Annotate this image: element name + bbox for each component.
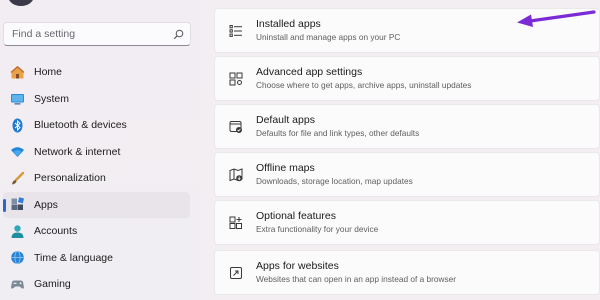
- sidebar-item-home[interactable]: Home: [3, 59, 190, 86]
- sidebar-nav: Home System Bluetooth & devices Network …: [0, 59, 200, 298]
- sidebar-item-label: Time & language: [34, 251, 113, 264]
- sidebar-item-label: Network & internet: [34, 145, 121, 158]
- card-title: Apps for websites: [256, 260, 339, 272]
- sidebar-item-network[interactable]: Network & internet: [3, 139, 190, 166]
- sidebar: Home System Bluetooth & devices: [0, 0, 200, 300]
- bluetooth-icon: [10, 118, 25, 133]
- accounts-icon: [10, 224, 25, 239]
- annotation-arrow-icon: [517, 10, 596, 27]
- apps-for-websites-card[interactable]: Apps for websites Websites that can open…: [214, 250, 600, 295]
- advanced-app-settings-card[interactable]: Advanced app settings Choose where to ge…: [214, 56, 600, 101]
- card-title: Optional features: [256, 210, 336, 222]
- system-icon: [10, 91, 25, 106]
- search-icon[interactable]: [173, 29, 184, 40]
- optional-features-card[interactable]: Optional features Extra functionality fo…: [214, 200, 600, 245]
- card-subtitle: Choose where to get apps, archive apps, …: [256, 80, 472, 90]
- home-icon: [10, 65, 25, 80]
- sidebar-item-label: Personalization: [34, 172, 106, 185]
- apps-icon: [10, 197, 25, 212]
- sidebar-item-label: Bluetooth & devices: [34, 119, 127, 132]
- card-title: Offline maps: [256, 162, 315, 174]
- gaming-icon: [10, 277, 25, 292]
- sidebar-item-label: System: [34, 92, 70, 105]
- search-box[interactable]: [3, 22, 191, 46]
- sidebar-item-label: Apps: [34, 198, 58, 211]
- brush-icon: [10, 171, 25, 186]
- card-title: Installed apps: [256, 18, 321, 30]
- default-apps-icon: [229, 120, 243, 134]
- offline-maps-card[interactable]: Offline maps Downloads, storage location…: [214, 152, 600, 197]
- advanced-settings-icon: [229, 72, 243, 86]
- sidebar-item-accounts[interactable]: Accounts: [3, 218, 190, 245]
- sidebar-item-label: Home: [34, 66, 63, 79]
- sidebar-item-bluetooth[interactable]: Bluetooth & devices: [3, 112, 190, 139]
- main-content: Installed apps Uninstall and manage apps…: [214, 0, 600, 300]
- installed-apps-icon: [229, 24, 243, 38]
- sidebar-item-label: Accounts: [34, 225, 78, 238]
- card-subtitle: Downloads, storage location, map updates: [256, 176, 413, 186]
- sidebar-item-gaming[interactable]: Gaming: [3, 271, 190, 298]
- card-subtitle: Websites that can open in an app instead…: [256, 274, 457, 284]
- sidebar-item-label: Gaming: [34, 278, 71, 291]
- search-input[interactable]: [12, 28, 173, 40]
- sidebar-item-system[interactable]: System: [3, 86, 190, 113]
- wifi-icon: [10, 144, 25, 159]
- card-subtitle: Extra functionality for your device: [256, 224, 379, 234]
- card-subtitle: Uninstall and manage apps on your PC: [256, 32, 401, 42]
- avatar[interactable]: [8, 0, 34, 6]
- offline-maps-icon: [229, 167, 243, 182]
- default-apps-card[interactable]: Default apps Defaults for file and link …: [214, 104, 600, 149]
- card-title: Default apps: [256, 114, 315, 126]
- card-title: Advanced app settings: [256, 66, 363, 78]
- apps-for-websites-icon: [229, 266, 243, 280]
- sidebar-item-time-language[interactable]: Time & language: [3, 245, 190, 272]
- optional-features-icon: [229, 216, 243, 230]
- sidebar-item-apps[interactable]: Apps: [3, 191, 190, 218]
- card-subtitle: Defaults for file and link types, other …: [256, 128, 420, 138]
- time-language-icon: [10, 250, 25, 265]
- sidebar-item-personalization[interactable]: Personalization: [3, 165, 190, 192]
